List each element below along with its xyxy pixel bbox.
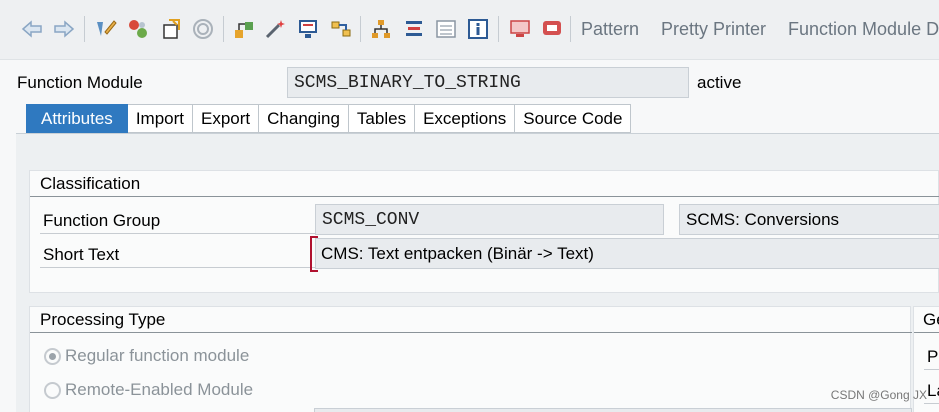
- tab-source-code[interactable]: Source Code: [515, 104, 632, 133]
- monitor-icon[interactable]: [508, 17, 532, 41]
- remote-enabled-module-radio[interactable]: Remote-Enabled Module: [44, 380, 253, 400]
- check-icon[interactable]: [191, 17, 215, 41]
- back-arrow-icon[interactable]: [20, 17, 44, 41]
- function-group-field[interactable]: SCMS_CONV: [315, 204, 664, 235]
- short-text-label: Short Text: [43, 245, 120, 264]
- text-cursor-marker: [310, 236, 318, 272]
- watermark: CSDN @Gong JX: [830, 388, 927, 402]
- stack-icon[interactable]: [402, 17, 426, 41]
- processing-type-title: Processing Type: [40, 310, 166, 329]
- short-text-field[interactable]: CMS: Text entpacken (Binär -> Text): [315, 238, 939, 269]
- function-module-documentation-button[interactable]: Function Module Do: [788, 19, 939, 40]
- other-object-icon[interactable]: [126, 17, 150, 41]
- function-group-description: SCMS: Conversions: [679, 204, 939, 235]
- regular-function-module-radio[interactable]: Regular function module: [44, 346, 249, 366]
- activate-icon[interactable]: [160, 17, 184, 41]
- hierarchy-icon[interactable]: [369, 17, 393, 41]
- radio-unselected-icon: [44, 381, 61, 399]
- tab-import[interactable]: Import: [127, 104, 193, 133]
- attributes-panel: Classification Function Group SCMS_CONV …: [16, 133, 939, 412]
- list-icon[interactable]: [434, 17, 458, 41]
- tab-attributes[interactable]: Attributes: [26, 104, 128, 133]
- application-toolbar: Pattern Pretty Printer Function Module D…: [0, 0, 939, 60]
- tab-tables[interactable]: Tables: [348, 104, 416, 133]
- screen-icon[interactable]: [296, 17, 320, 41]
- function-module-label: Function Module: [17, 73, 143, 92]
- general-row-2-label: La: [927, 381, 939, 400]
- tab-strip: Attributes Import Export Changing Tables…: [26, 104, 632, 133]
- rfc-field[interactable]: [314, 408, 912, 412]
- classification-group: Classification Function Group SCMS_CONV …: [29, 170, 939, 293]
- pretty-printer-button[interactable]: Pretty Printer: [661, 19, 766, 40]
- tools-icon[interactable]: [540, 17, 564, 41]
- classification-title: Classification: [40, 174, 141, 193]
- pattern-button[interactable]: Pattern: [581, 19, 639, 40]
- function-group-label: Function Group: [43, 211, 161, 230]
- status-text: active: [697, 73, 742, 92]
- tab-exceptions[interactable]: Exceptions: [415, 104, 516, 133]
- remote-enabled-module-label: Remote-Enabled Module: [65, 380, 254, 399]
- test-icon[interactable]: [232, 17, 256, 41]
- general-title: Ge: [923, 310, 939, 329]
- magic-wand-icon[interactable]: [263, 17, 287, 41]
- tab-export[interactable]: Export: [193, 104, 260, 133]
- general-row-1-label: Pe: [927, 347, 939, 366]
- radio-selected-icon: [44, 347, 61, 365]
- function-module-field[interactable]: SCMS_BINARY_TO_STRING: [287, 67, 689, 98]
- network-icon[interactable]: [329, 17, 353, 41]
- tab-changing[interactable]: Changing: [259, 104, 349, 133]
- processing-type-group: Processing Type Regular function module …: [29, 306, 912, 412]
- display-change-icon[interactable]: [94, 17, 118, 41]
- info-icon[interactable]: [466, 17, 490, 41]
- forward-arrow-icon[interactable]: [52, 17, 76, 41]
- regular-function-module-label: Regular function module: [65, 346, 250, 365]
